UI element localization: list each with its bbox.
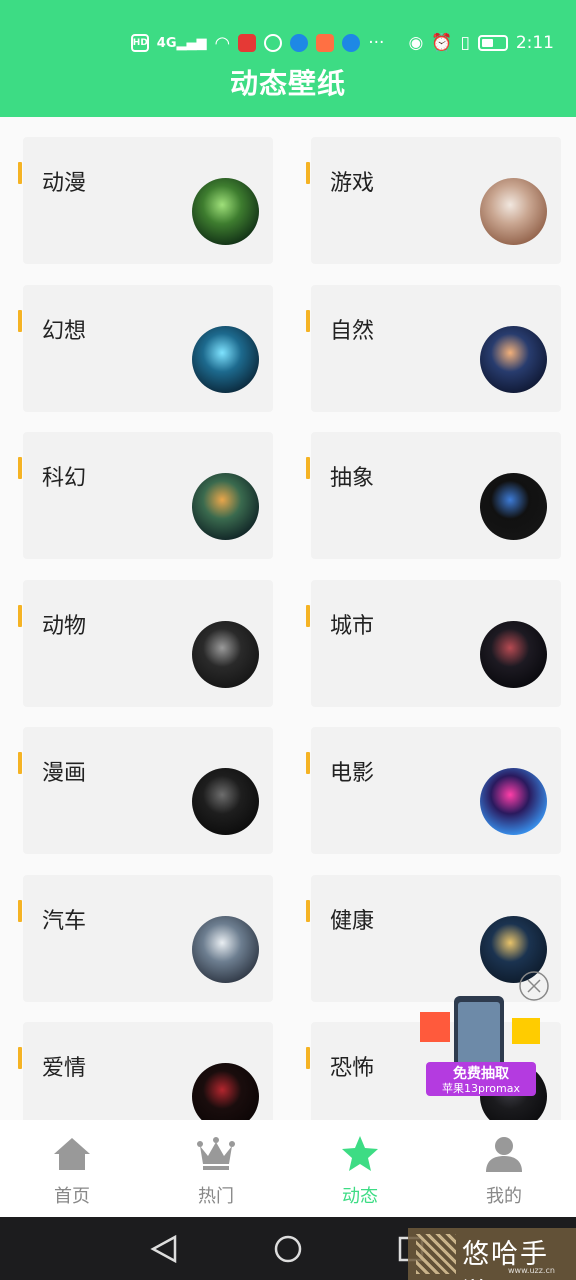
category-card[interactable]: 游戏: [306, 137, 561, 264]
category-accent-bar: [18, 310, 22, 332]
category-label: 自然: [330, 319, 375, 344]
category-label: 健康: [330, 909, 375, 934]
crown-icon: [196, 1134, 236, 1174]
bottom-nav: 首页 热门 动态 我的: [0, 1120, 576, 1217]
category-label: 电影: [330, 761, 375, 786]
category-card[interactable]: 动物: [18, 580, 273, 707]
category-accent-bar: [306, 162, 310, 184]
category-card[interactable]: 科幻: [18, 432, 273, 559]
tab-person[interactable]: 我的: [432, 1120, 576, 1217]
category-card[interactable]: 抽象: [306, 432, 561, 559]
clock: 2:11: [515, 33, 554, 53]
promo-line2: 苹果13promax: [442, 1082, 520, 1095]
category-card[interactable]: 汽车: [18, 875, 273, 1002]
globe-icon: [264, 34, 283, 52]
watermark: 悠哈手游 www.uzz.cn: [408, 1228, 576, 1280]
category-accent-bar: [306, 1047, 310, 1069]
category-thumbnail: [192, 768, 259, 835]
home-button[interactable]: [274, 1235, 302, 1263]
category-thumbnail: [192, 326, 259, 393]
app-header: HD 4G▂▄▆ ◠ ··· ◉ ⏰ ▯ 2:11 动态壁纸: [0, 0, 576, 117]
category-thumbnail: [192, 1063, 259, 1120]
tab-home[interactable]: 首页: [0, 1120, 144, 1217]
app-notification-icon-red: [238, 34, 257, 52]
category-thumbnail: [192, 621, 259, 688]
category-thumbnail: [480, 326, 547, 393]
promo-banner[interactable]: 免费抽取 苹果13promax: [410, 970, 550, 1100]
play-icon: [316, 34, 335, 52]
category-label: 幻想: [42, 319, 87, 344]
category-card[interactable]: 城市: [306, 580, 561, 707]
category-accent-bar: [18, 1047, 22, 1069]
category-label: 爱情: [42, 1056, 87, 1081]
category-label: 恐怖: [330, 1056, 375, 1081]
category-accent-bar: [18, 457, 22, 479]
category-label: 动漫: [42, 171, 87, 196]
category-label: 抽象: [330, 466, 375, 491]
back-button[interactable]: [150, 1234, 177, 1264]
category-label: 科幻: [42, 466, 87, 491]
tab-label: 首页: [54, 1186, 90, 1207]
category-thumbnail: [480, 473, 547, 540]
category-card[interactable]: 幻想: [18, 285, 273, 412]
category-accent-bar: [306, 457, 310, 479]
category-accent-bar: [306, 900, 310, 922]
eye-icon: ◉: [408, 33, 424, 53]
home-icon: [52, 1134, 92, 1174]
tab-crown[interactable]: 热门: [144, 1120, 288, 1217]
category-thumbnail: [480, 621, 547, 688]
watermark-logo-icon: [416, 1234, 456, 1274]
category-accent-bar: [18, 162, 22, 184]
cloud-icon: [290, 34, 309, 52]
category-thumbnail: [192, 178, 259, 245]
tab-label: 我的: [486, 1186, 522, 1207]
person-icon: [484, 1134, 524, 1174]
battery-icon: [477, 35, 508, 51]
vibrate-icon: ▯: [460, 33, 470, 53]
category-card[interactable]: 自然: [306, 285, 561, 412]
alarm-icon: ⏰: [431, 33, 453, 53]
watermark-subtext: www.uzz.cn: [508, 1266, 555, 1275]
category-thumbnail: [480, 178, 547, 245]
category-accent-bar: [306, 310, 310, 332]
category-thumbnail: [480, 768, 547, 835]
category-label: 汽车: [42, 909, 87, 934]
bulb-icon: [342, 34, 361, 52]
category-label: 游戏: [330, 171, 375, 196]
category-card[interactable]: 电影: [306, 727, 561, 854]
tab-star[interactable]: 动态: [288, 1120, 432, 1217]
category-card[interactable]: 爱情: [18, 1022, 273, 1120]
page-title: 动态壁纸: [229, 67, 346, 100]
category-accent-bar: [18, 900, 22, 922]
category-card[interactable]: 动漫: [18, 137, 273, 264]
more-notifications-icon: ···: [368, 33, 385, 53]
category-label: 城市: [330, 614, 375, 639]
category-thumbnail: [192, 916, 259, 983]
category-label: 动物: [42, 614, 87, 639]
status-bar: HD 4G▂▄▆ ◠ ··· ◉ ⏰ ▯ 2:11: [0, 28, 576, 58]
category-accent-bar: [306, 605, 310, 627]
category-label: 漫画: [42, 761, 87, 786]
category-accent-bar: [306, 752, 310, 774]
star-icon: [340, 1134, 380, 1174]
category-thumbnail: [192, 473, 259, 540]
hd-icon: HD: [130, 34, 149, 52]
category-accent-bar: [18, 752, 22, 774]
category-accent-bar: [18, 605, 22, 627]
signal-icon: 4G▂▄▆: [156, 35, 207, 51]
tab-label: 热门: [198, 1186, 234, 1207]
category-card[interactable]: 漫画: [18, 727, 273, 854]
tab-label: 动态: [342, 1186, 378, 1207]
wifi-icon: ◠: [214, 32, 231, 54]
